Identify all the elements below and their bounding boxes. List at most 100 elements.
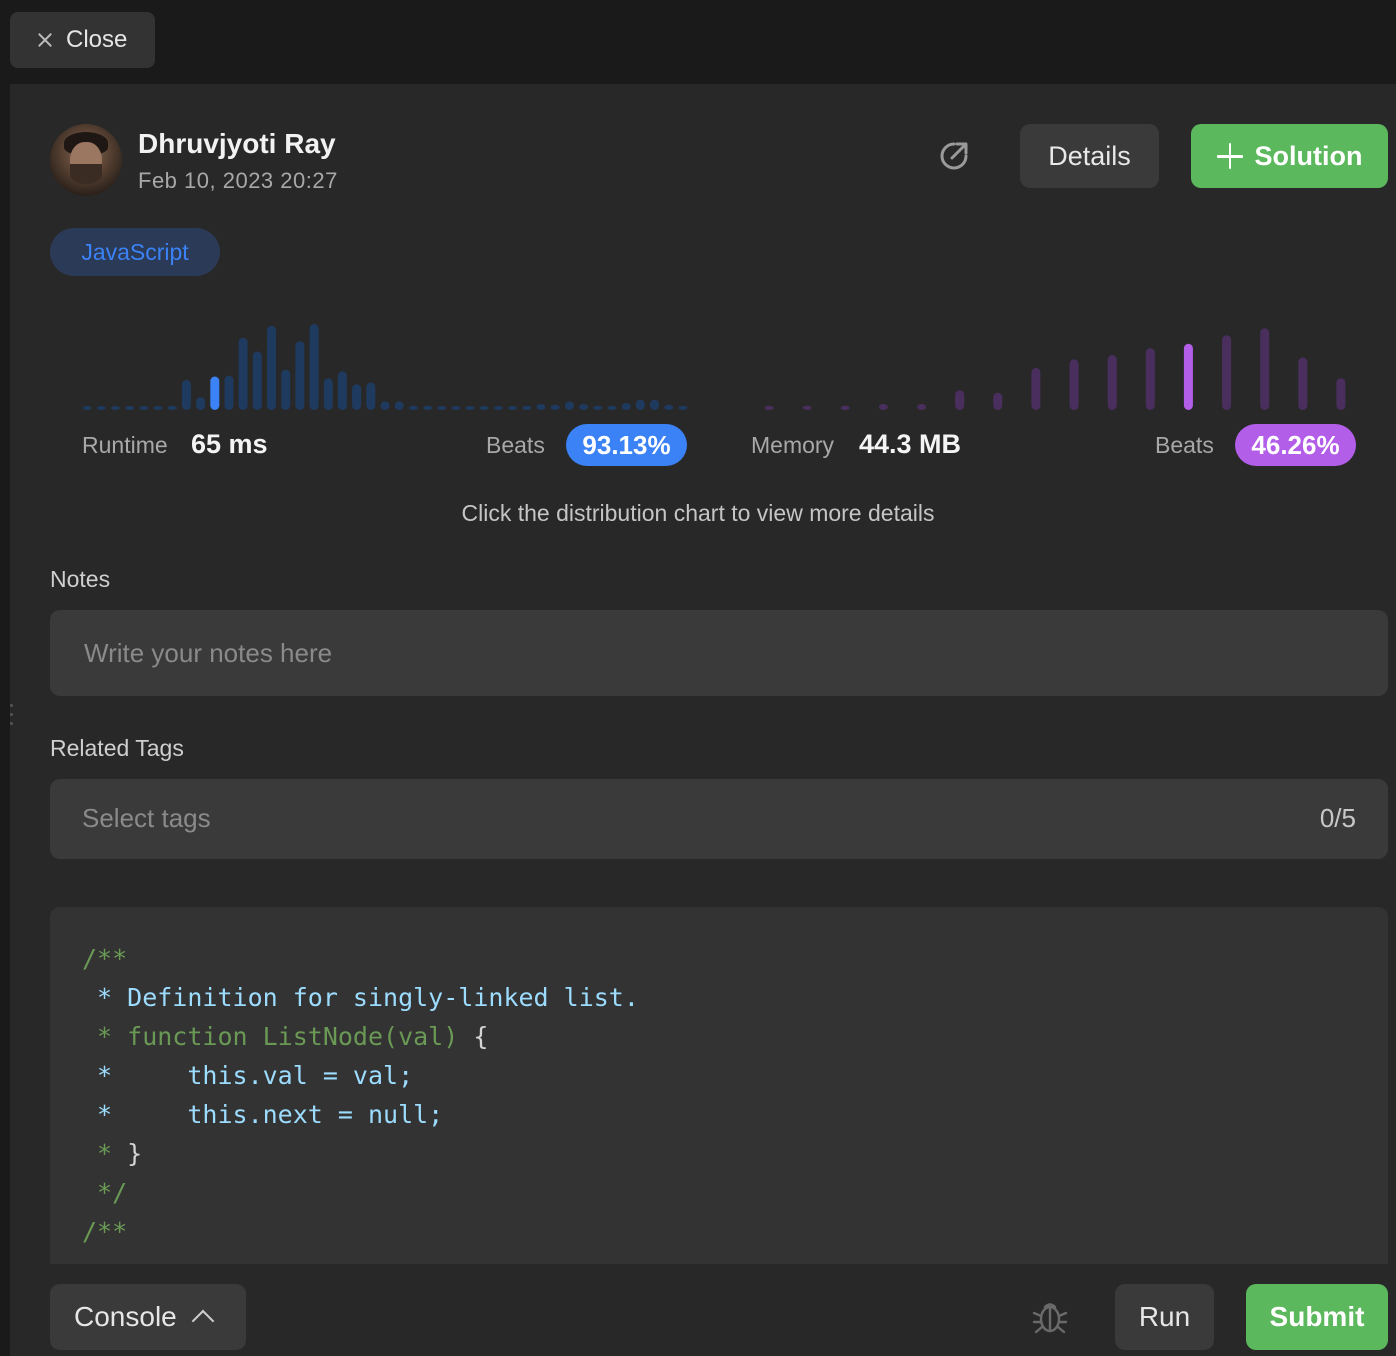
runtime-distribution-bar[interactable] xyxy=(451,406,461,410)
runtime-distribution-bar[interactable] xyxy=(210,376,220,411)
runtime-distribution-bar[interactable] xyxy=(621,403,631,410)
plus-icon xyxy=(1216,143,1243,169)
runtime-distribution-bar[interactable] xyxy=(96,406,106,410)
runtime-distribution-bar[interactable] xyxy=(252,351,262,411)
runtime-distribution-bar[interactable] xyxy=(111,406,120,410)
resize-handle[interactable] xyxy=(10,704,14,732)
memory-distribution-chart[interactable] xyxy=(750,320,1360,410)
memory-distribution-bar[interactable] xyxy=(1069,359,1079,410)
runtime-distribution-bar[interactable] xyxy=(508,406,518,410)
runtime-distribution-bar[interactable] xyxy=(394,401,404,410)
runtime-distribution-bar[interactable] xyxy=(536,404,546,410)
details-button[interactable]: Details xyxy=(1020,124,1159,188)
submission-panel: Dhruvjyoti Ray Feb 10, 2023 20:27 Detail… xyxy=(10,84,1396,1356)
runtime-distribution-bar[interactable] xyxy=(479,406,489,410)
language-badge: JavaScript xyxy=(50,228,220,276)
close-label: Close xyxy=(66,26,128,53)
submission-date: Feb 10, 2023 20:27 xyxy=(138,168,338,193)
tags-select[interactable]: Select tags 0/5 xyxy=(50,779,1388,859)
runtime-distribution-bar[interactable] xyxy=(607,405,617,410)
close-button[interactable]: Close xyxy=(10,12,155,68)
runtime-distribution-bar[interactable] xyxy=(522,405,532,410)
runtime-distribution-bar[interactable] xyxy=(650,399,659,410)
run-button[interactable]: Run xyxy=(1115,1284,1214,1350)
runtime-distribution-chart[interactable] xyxy=(80,320,690,410)
runtime-distribution-bar[interactable] xyxy=(139,406,149,410)
memory-beats-label: Beats xyxy=(1155,432,1214,458)
memory-distribution-bar[interactable] xyxy=(764,405,774,410)
top-bar: Close xyxy=(0,0,1396,84)
runtime-distribution-bar[interactable] xyxy=(550,404,560,410)
runtime-distribution-bar[interactable] xyxy=(309,324,319,410)
runtime-distribution-bar[interactable] xyxy=(295,341,305,410)
chart-hint: Click the distribution chart to view mor… xyxy=(461,500,935,526)
runtime-distribution-bar[interactable] xyxy=(196,397,206,410)
runtime-distribution-bar[interactable] xyxy=(267,325,276,410)
runtime-value: 65 ms xyxy=(191,429,268,459)
memory-distribution-bar[interactable] xyxy=(1107,355,1117,410)
code-line: */ xyxy=(82,1178,128,1207)
runtime-distribution-bar[interactable] xyxy=(323,378,333,410)
runtime-distribution-bar[interactable] xyxy=(380,401,390,410)
notes-label: Notes xyxy=(50,566,111,592)
runtime-distribution-bar[interactable] xyxy=(224,375,234,410)
code-line: * this.val = val; xyxy=(82,1061,414,1090)
runtime-distribution-bar[interactable] xyxy=(82,406,92,410)
runtime-distribution-bar[interactable] xyxy=(465,406,475,410)
memory-distribution-bar[interactable] xyxy=(802,405,812,410)
runtime-distribution-bar[interactable] xyxy=(366,382,376,411)
user-name[interactable]: Dhruvjyoti Ray xyxy=(138,128,336,160)
submit-button[interactable]: Submit xyxy=(1246,1284,1388,1350)
add-solution-button[interactable]: Solution xyxy=(1191,124,1388,188)
share-icon[interactable] xyxy=(936,138,972,174)
memory-label: Memory xyxy=(751,432,835,458)
code-viewer[interactable]: /** * Definition for singly-linked list.… xyxy=(50,907,1388,1264)
runtime-distribution-bar[interactable] xyxy=(635,399,645,410)
code-line: * Definition for singly-linked list. xyxy=(82,983,639,1012)
memory-distribution-bar[interactable] xyxy=(955,390,965,410)
runtime-distribution-bar[interactable] xyxy=(579,404,589,410)
runtime-distribution-bar[interactable] xyxy=(167,405,177,410)
memory-distribution-bar[interactable] xyxy=(1260,328,1270,410)
memory-distribution-bar[interactable] xyxy=(993,392,1003,410)
memory-distribution-bar[interactable] xyxy=(1183,343,1193,410)
runtime-distribution-bar[interactable] xyxy=(238,337,248,410)
runtime-label: Runtime xyxy=(82,432,168,458)
runtime-distribution-bar[interactable] xyxy=(593,405,603,410)
code-content: /** * Definition for singly-linked list.… xyxy=(82,939,639,1251)
runtime-distribution-bar[interactable] xyxy=(337,371,347,410)
code-line: /** xyxy=(82,1217,128,1246)
runtime-distribution-bar[interactable] xyxy=(423,405,433,410)
runtime-distribution-bar[interactable] xyxy=(153,406,163,410)
runtime-distribution-bar[interactable] xyxy=(564,401,574,410)
memory-distribution-bar[interactable] xyxy=(1298,357,1308,411)
memory-distribution-bar[interactable] xyxy=(917,404,927,410)
notes-input[interactable] xyxy=(50,610,1388,696)
code-line: * } xyxy=(82,1139,143,1168)
runtime-beats-badge: 93.13% xyxy=(566,424,687,466)
runtime-distribution-bar[interactable] xyxy=(181,379,191,410)
notes-field[interactable] xyxy=(50,610,1388,696)
related-tags-label: Related Tags xyxy=(50,735,184,761)
runtime-distribution-bar[interactable] xyxy=(408,405,418,410)
runtime-distribution-bar[interactable] xyxy=(281,369,291,410)
console-button[interactable]: Console xyxy=(50,1284,246,1350)
runtime-distribution-bar[interactable] xyxy=(437,406,447,410)
memory-distribution-bar[interactable] xyxy=(1031,367,1041,410)
runtime-beats-label: Beats xyxy=(486,432,545,458)
runtime-distribution-bar[interactable] xyxy=(125,406,135,410)
memory-distribution-bar[interactable] xyxy=(1222,335,1232,410)
runtime-distribution-bar[interactable] xyxy=(494,406,503,410)
close-icon xyxy=(36,31,54,49)
memory-distribution-bar[interactable] xyxy=(840,405,850,410)
code-line: /** xyxy=(82,944,128,973)
console-label: Console xyxy=(74,1301,177,1332)
bug-icon[interactable] xyxy=(1030,1296,1070,1336)
runtime-distribution-bar[interactable] xyxy=(352,384,362,410)
memory-distribution-bar[interactable] xyxy=(1145,348,1155,410)
memory-distribution-bar[interactable] xyxy=(1336,378,1346,410)
memory-distribution-bar[interactable] xyxy=(878,404,888,410)
runtime-distribution-bar[interactable] xyxy=(664,404,674,410)
runtime-distribution-bar[interactable] xyxy=(678,405,688,410)
avatar[interactable] xyxy=(50,124,122,196)
